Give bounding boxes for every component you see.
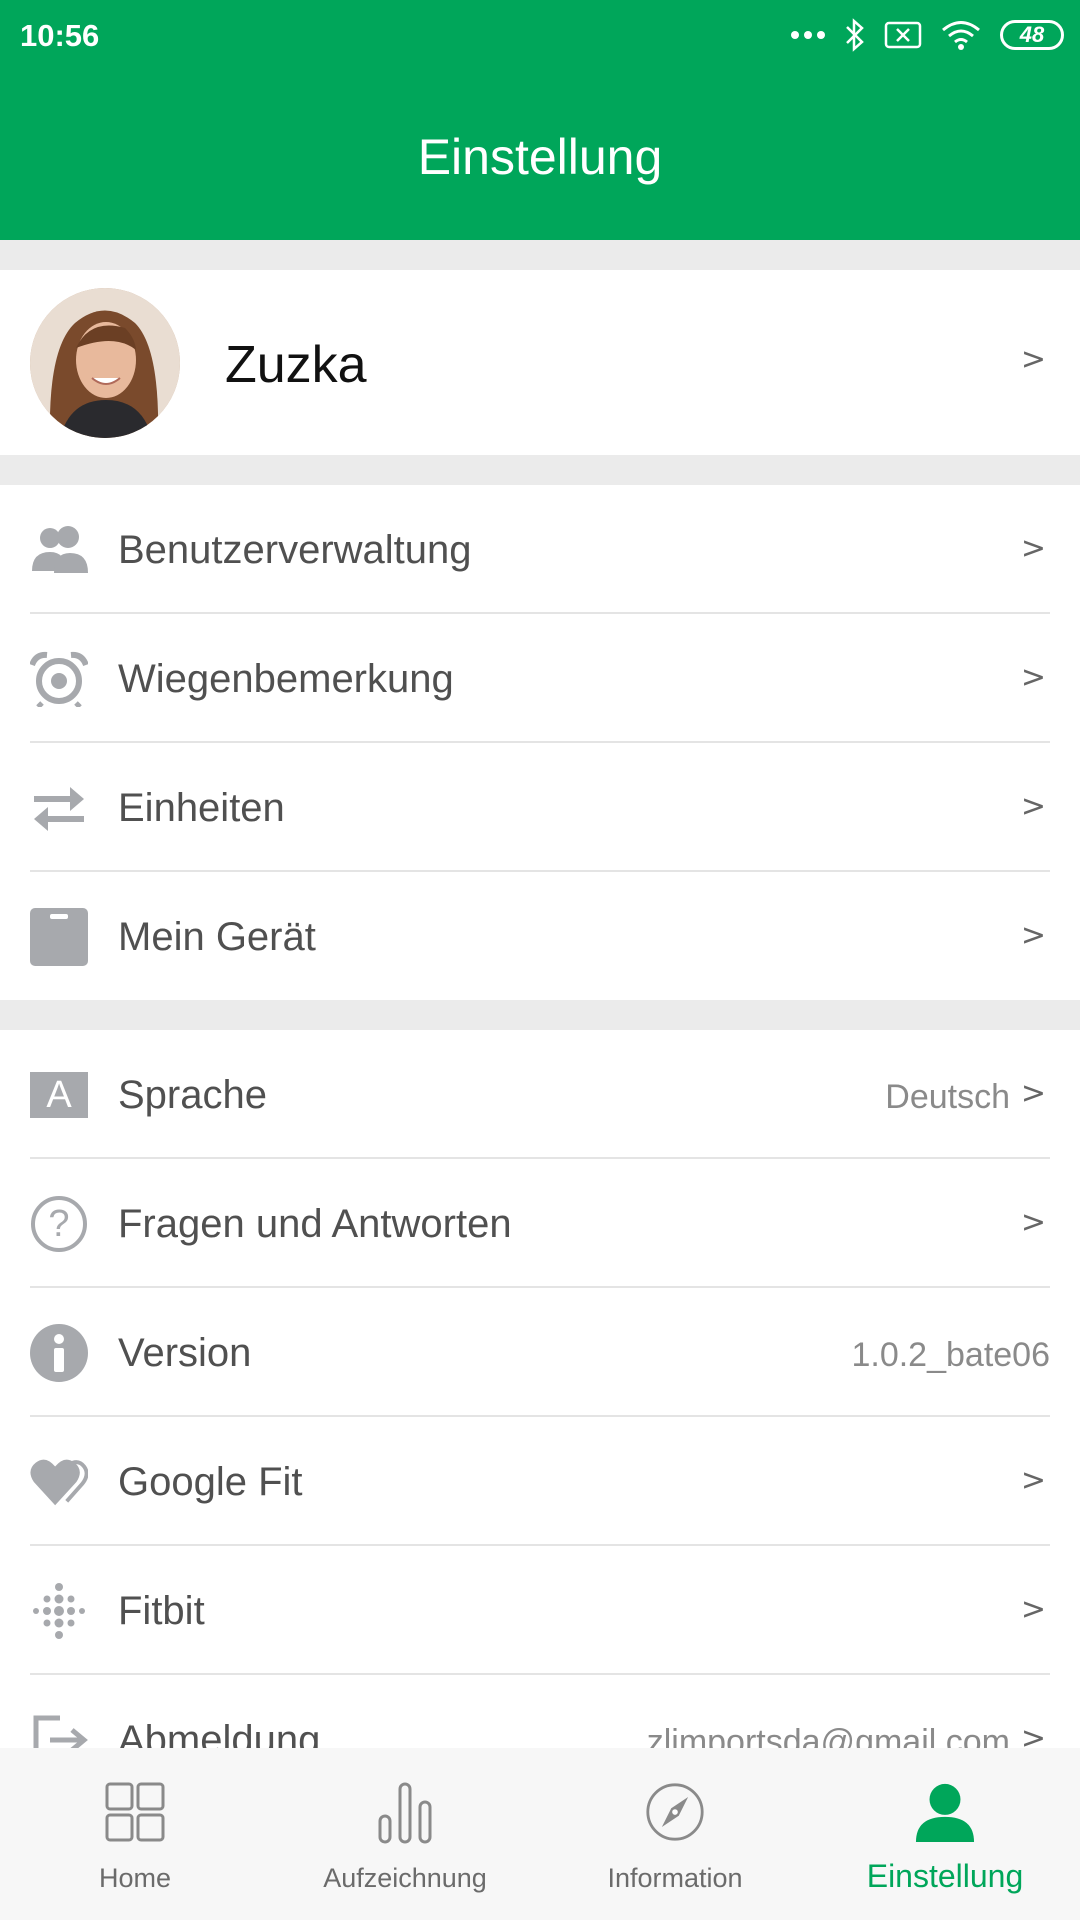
row-fragen-und-antworten[interactable]: ? Fragen und Antworten > <box>0 1159 1080 1288</box>
settings-group-general: Benutzerverwaltung > Wiegenbemerkung > E… <box>0 485 1080 1000</box>
chevron-right-icon: > <box>1020 660 1046 695</box>
app-header: 10:56 48 Einstellung <box>0 0 1080 240</box>
chevron-right-icon: > <box>1020 531 1046 566</box>
chevron-right-icon: > <box>1020 1721 1046 1748</box>
row-fitbit[interactable]: Fitbit > <box>0 1546 1080 1675</box>
tab-einstellung[interactable]: Einstellung <box>810 1748 1080 1920</box>
chevron-right-icon: > <box>1020 1592 1046 1627</box>
row-label: Fitbit <box>118 1589 205 1633</box>
wifi-icon <box>942 21 980 50</box>
tab-label: Information <box>607 1863 743 1893</box>
tab-aufzeichnung[interactable]: Aufzeichnung <box>270 1748 540 1920</box>
status-icons: 48 <box>790 18 1064 52</box>
home-grid-icon <box>105 1780 165 1844</box>
more-dots-icon <box>791 31 825 39</box>
row-version: Version 1.0.2_bate06 <box>0 1288 1080 1417</box>
users-icon <box>30 521 88 579</box>
swap-arrows-icon <box>30 779 88 837</box>
tab-information[interactable]: Information <box>540 1748 810 1920</box>
tab-home[interactable]: Home <box>0 1748 270 1920</box>
alarm-clock-icon <box>30 650 88 708</box>
row-label: Mein Gerät <box>118 915 316 959</box>
status-time: 10:56 <box>20 18 100 53</box>
person-icon <box>915 1780 975 1844</box>
language-icon: A <box>30 1066 88 1124</box>
row-mein-geraet[interactable]: Mein Gerät > <box>0 872 1080 1001</box>
row-label: Wiegenbemerkung <box>118 657 454 701</box>
row-abmeldung[interactable]: Abmeldung zlimportsda@gmail.com > <box>0 1675 1080 1748</box>
row-wiegenbemerkung[interactable]: Wiegenbemerkung > <box>0 614 1080 743</box>
compass-icon <box>645 1780 705 1844</box>
row-benutzerverwaltung[interactable]: Benutzerverwaltung > <box>0 485 1080 614</box>
fitbit-icon <box>30 1582 88 1640</box>
settings-group-info: A Sprache Deutsch > ? Fragen und Antwort… <box>0 1030 1080 1748</box>
chevron-right-icon: > <box>1020 918 1046 953</box>
row-google-fit[interactable]: Google Fit > <box>0 1417 1080 1546</box>
language-icon-glyph: A <box>30 1072 88 1118</box>
tab-label: Home <box>98 1863 172 1893</box>
row-label: Sprache <box>118 1073 267 1117</box>
language-value: Deutsch <box>885 1078 1010 1116</box>
row-label: Fragen und Antworten <box>118 1202 512 1246</box>
row-label: Abmeldung <box>118 1718 321 1748</box>
battery-indicator: 48 <box>1000 20 1064 50</box>
version-value: 1.0.2_bate06 <box>851 1336 1050 1374</box>
profile-name: Zuzka <box>225 336 367 394</box>
logout-icon <box>30 1711 88 1748</box>
heart-icon <box>30 1453 88 1511</box>
question-icon: ? <box>30 1195 88 1253</box>
chevron-right-icon: > <box>1020 1076 1046 1111</box>
row-einheiten[interactable]: Einheiten > <box>0 743 1080 872</box>
info-icon <box>30 1324 88 1382</box>
row-label: Benutzerverwaltung <box>118 528 472 572</box>
chevron-right-icon: > <box>1020 789 1046 824</box>
account-email: zlimportsda@gmail.com <box>646 1723 1010 1748</box>
chevron-right-icon: > <box>1020 1205 1046 1240</box>
tab-label: Einstellung <box>866 1858 1024 1894</box>
scale-device-icon <box>30 908 88 966</box>
chevron-right-icon: > <box>1020 342 1046 377</box>
row-sprache[interactable]: A Sprache Deutsch > <box>0 1030 1080 1159</box>
page-title: Einstellung <box>417 129 663 185</box>
bluetooth-icon <box>846 18 864 52</box>
chevron-right-icon: > <box>1020 1463 1046 1498</box>
row-label: Google Fit <box>118 1460 303 1504</box>
tab-label: Aufzeichnung <box>323 1863 487 1893</box>
question-icon-glyph: ? <box>31 1196 87 1252</box>
row-label: Einheiten <box>118 786 285 830</box>
bar-chart-icon <box>375 1780 435 1844</box>
sim-off-icon <box>884 21 922 49</box>
row-label: Version <box>118 1331 252 1375</box>
bottom-tab-bar: Home Aufzeichnung Information Einstellun… <box>0 1748 1080 1920</box>
profile-row[interactable]: Zuzka > <box>0 270 1080 455</box>
avatar <box>30 288 180 438</box>
